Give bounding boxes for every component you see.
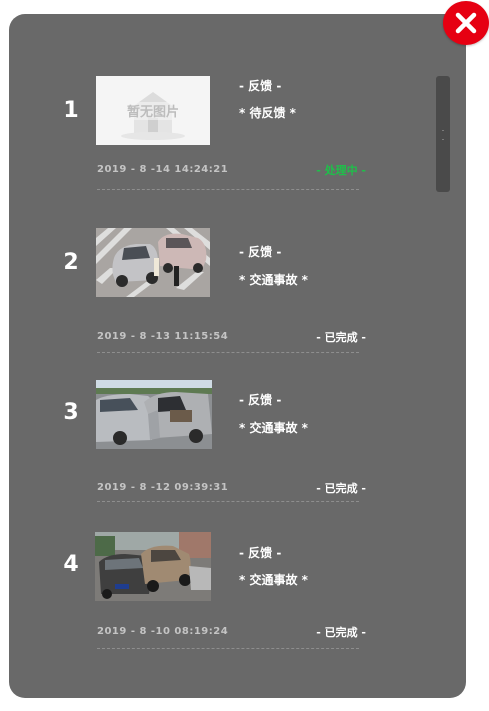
no-image-text: 暂无图片 [127, 104, 179, 120]
divider [97, 352, 359, 353]
item-category-label: * 待反馈 * [239, 106, 296, 120]
scrollbar-thumb[interactable] [436, 76, 450, 192]
item-type-label: - 反馈 - [239, 79, 282, 93]
item-index: 2 [63, 250, 79, 275]
item-type-label: - 反馈 - [239, 245, 282, 259]
item-type-label: - 反馈 - [239, 393, 282, 407]
accident-photo [96, 228, 210, 297]
item-index: 4 [63, 552, 79, 577]
accident-photo [95, 532, 211, 601]
item-category-label: * 交通事故 * [239, 421, 308, 435]
scrollbar-grip [442, 130, 444, 140]
item-category-label: * 交通事故 * [239, 573, 308, 587]
item-index: 3 [63, 400, 79, 425]
item-index: 1 [63, 98, 79, 123]
status-badge: - 处理中 - [316, 164, 366, 177]
divider [97, 501, 359, 502]
accident-photo [96, 380, 212, 449]
item-timestamp: 2019 - 8 -12 09:39:31 [97, 482, 229, 493]
item-category-label: * 交通事故 * [239, 273, 308, 287]
close-button[interactable] [443, 1, 489, 45]
status-badge: - 已完成 - [316, 331, 366, 344]
item-timestamp: 2019 - 8 -10 08:19:24 [97, 626, 229, 637]
no-image-placeholder: 暂无图片 [96, 76, 210, 145]
list-item[interactable]: 3 - 反馈 - * 交通事故 * 2019 - 8 -12 09:39:31 … [9, 374, 409, 514]
item-type-label: - 反馈 - [239, 546, 282, 560]
list-item[interactable]: 2 - 反馈 - * 交通事故 * 2019 - 8 -13 11:15:54 … [9, 224, 409, 364]
list-item[interactable]: 1 暂无图片 - 反馈 - * 待反馈 * 2019 - 8 -14 14:24… [9, 72, 409, 212]
list-item[interactable]: 4 - 反馈 - * 交通事故 * 2019 - 8 -10 08:19:24 … [9, 526, 409, 666]
item-timestamp: 2019 - 8 -14 14:24:21 [97, 164, 229, 175]
feedback-list-panel: 1 暂无图片 - 反馈 - * 待反馈 * 2019 - 8 -14 14:24… [9, 14, 466, 698]
item-timestamp: 2019 - 8 -13 11:15:54 [97, 331, 229, 342]
divider [97, 648, 359, 649]
status-badge: - 已完成 - [316, 482, 366, 495]
divider [97, 189, 359, 190]
status-badge: - 已完成 - [316, 626, 366, 639]
